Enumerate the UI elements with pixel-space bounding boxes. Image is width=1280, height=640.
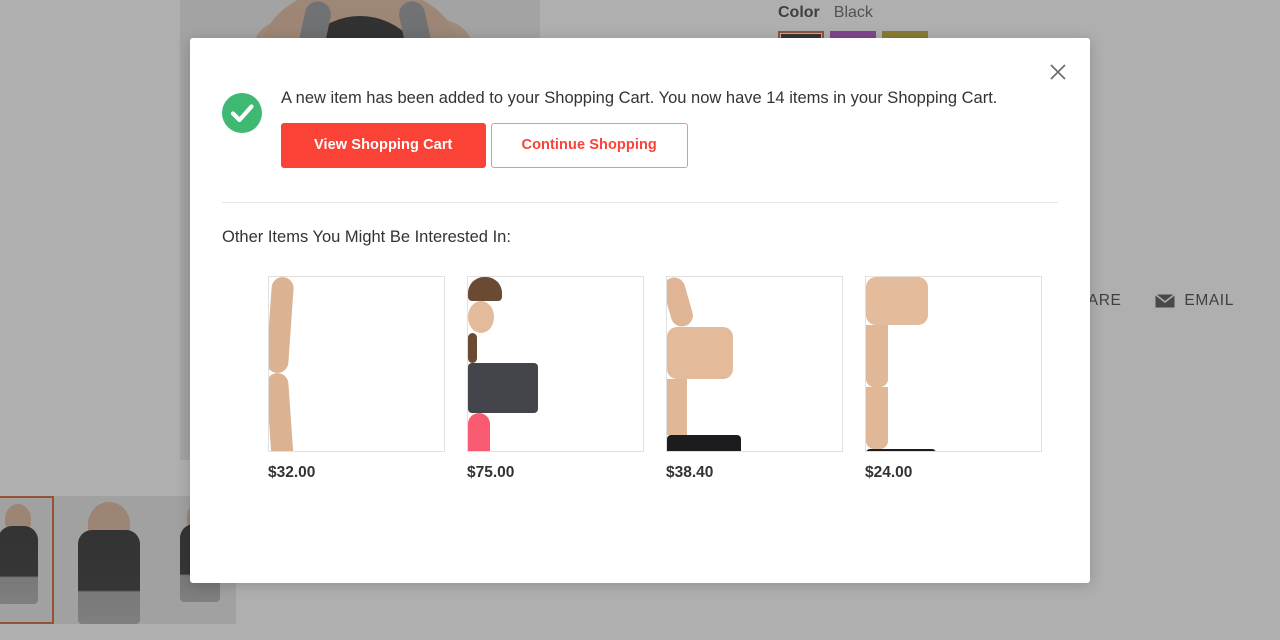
recommendations-title: Other Items You Might Be Interested In: bbox=[222, 228, 511, 246]
recommendation-black-bike-shorts[interactable]: $24.00 bbox=[865, 276, 1042, 482]
recommendation-black-capri[interactable]: $38.40 bbox=[666, 276, 843, 482]
modal-divider bbox=[222, 202, 1058, 203]
cart-status-message: A new item has been added to your Shoppi… bbox=[281, 89, 998, 107]
recommendation-blue-shorts[interactable]: $32.00 bbox=[268, 276, 445, 482]
recommendation-pink-jacket-price: $75.00 bbox=[467, 464, 515, 481]
recommendations-grid: $32.00 $75.00 $38.40 $24.00 bbox=[268, 276, 1042, 482]
continue-shopping-button[interactable]: Continue Shopping bbox=[490, 123, 688, 168]
recommendation-pink-jacket-image[interactable] bbox=[467, 276, 644, 452]
cart-status-block: A new item has been added to your Shoppi… bbox=[222, 88, 1058, 168]
recommendation-blue-shorts-image[interactable] bbox=[268, 276, 445, 452]
recommendation-black-bike-shorts-price: $24.00 bbox=[865, 464, 913, 481]
screen-root: Color Black COMPARE EMAIL bbox=[0, 0, 1280, 640]
close-icon[interactable] bbox=[1042, 56, 1074, 88]
recommendation-black-capri-image[interactable] bbox=[666, 276, 843, 452]
recommendation-black-bike-shorts-image[interactable] bbox=[865, 276, 1042, 452]
added-to-cart-modal: A new item has been added to your Shoppi… bbox=[190, 38, 1090, 583]
recommendation-pink-jacket[interactable]: $75.00 bbox=[467, 276, 644, 482]
close-x-glyph bbox=[1050, 64, 1066, 80]
recommendation-black-capri-price: $38.40 bbox=[666, 464, 714, 481]
cart-action-buttons: View Shopping Cart Continue Shopping bbox=[281, 123, 1058, 168]
success-check-icon bbox=[222, 93, 262, 133]
recommendation-blue-shorts-price: $32.00 bbox=[268, 464, 316, 481]
view-shopping-cart-button[interactable]: View Shopping Cart bbox=[281, 123, 486, 168]
